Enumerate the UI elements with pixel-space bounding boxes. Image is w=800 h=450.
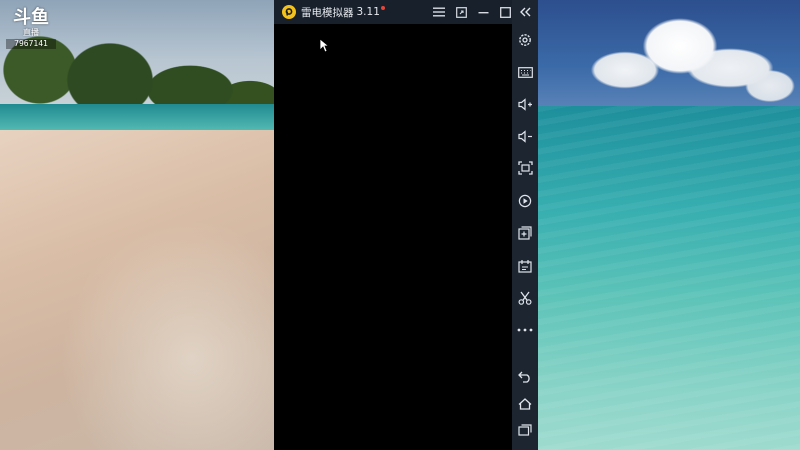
keyboard-mapping-button[interactable] [512, 61, 538, 83]
record-button[interactable] [512, 190, 538, 212]
home-button[interactable] [512, 393, 538, 415]
ldplayer-logo-icon [282, 5, 296, 19]
operation-recorder-button[interactable] [512, 287, 538, 309]
shared-folder-button[interactable] [512, 255, 538, 277]
update-notification-dot [380, 6, 385, 10]
screenshot-button[interactable] [512, 157, 538, 179]
more-tools-button[interactable] [512, 319, 538, 341]
collapse-icon [520, 7, 531, 17]
install-apk-icon [518, 226, 532, 240]
record-icon [518, 194, 532, 208]
menu-button[interactable] [428, 0, 450, 24]
emulator-window: 雷电模拟器 3.11 [274, 0, 538, 450]
scissors-icon [518, 291, 532, 305]
screenshot-icon [517, 161, 533, 175]
shared-folder-icon [518, 260, 532, 273]
mouse-cursor-icon [319, 38, 329, 53]
hamburger-icon [433, 7, 445, 17]
watermark-room-id: 7967141 [6, 39, 56, 49]
back-icon [518, 371, 530, 383]
recent-apps-button[interactable] [512, 419, 538, 441]
settings-icon [519, 34, 531, 46]
stream-watermark: 斗鱼 直播 7967141 [6, 8, 56, 58]
minimize-button[interactable] [472, 0, 494, 24]
collapse-sidebar-button[interactable] [512, 1, 538, 23]
wallpaper-right-cloud [570, 8, 795, 104]
keyboard-icon [517, 66, 533, 78]
emulator-titlebar[interactable]: 雷电模拟器 3.11 [274, 0, 538, 24]
install-apk-button[interactable] [512, 222, 538, 244]
maximize-icon [499, 6, 511, 18]
back-button[interactable] [512, 366, 538, 388]
window-version: 3.11 [356, 6, 380, 18]
settings-button[interactable] [512, 29, 538, 51]
recent-apps-icon [518, 424, 532, 436]
volume-up-button[interactable] [512, 93, 538, 115]
window-title: 雷电模拟器 [301, 6, 354, 19]
volume-down-button[interactable] [512, 125, 538, 147]
watermark-logo: 斗鱼 [13, 7, 49, 28]
minimize-icon [478, 11, 488, 13]
wallpaper-right-sea [538, 106, 800, 450]
more-icon [517, 328, 533, 332]
volume-up-icon [517, 97, 532, 111]
expand-icon [455, 6, 467, 18]
home-icon [518, 398, 532, 410]
watermark-subtitle: 直播 [23, 28, 39, 37]
emulator-screen[interactable] [274, 24, 512, 450]
volume-down-icon [517, 129, 532, 143]
fullscreen-button[interactable] [450, 0, 472, 24]
emulator-sidebar [512, 0, 538, 450]
wallpaper-left-beach [0, 130, 280, 450]
